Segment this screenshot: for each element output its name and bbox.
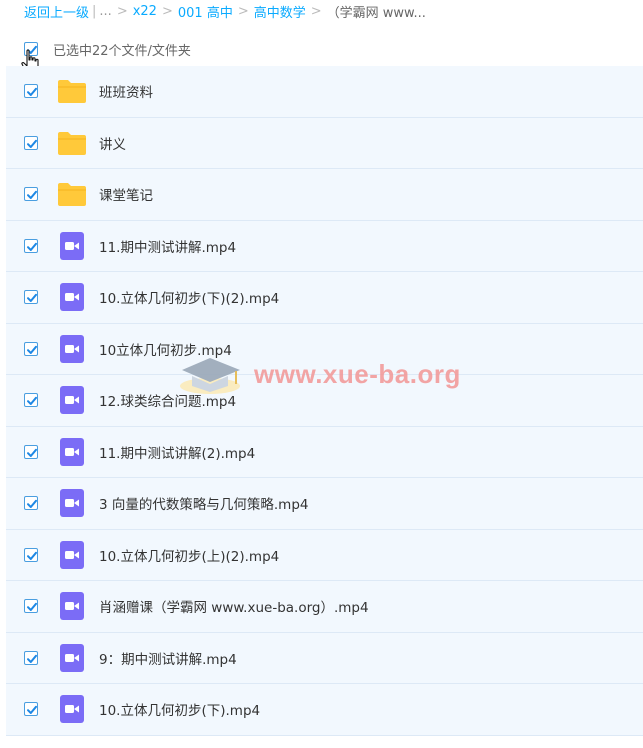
breadcrumb-separator: >: [237, 3, 249, 19]
folder-icon: [57, 76, 87, 106]
video-icon: [57, 643, 87, 673]
file-checkbox[interactable]: [24, 547, 38, 562]
breadcrumb-ellipsis[interactable]: ...: [99, 4, 111, 19]
file-checkbox[interactable]: [24, 702, 38, 717]
file-checkbox[interactable]: [24, 238, 38, 253]
check-icon: [27, 88, 37, 97]
check-icon: [27, 345, 37, 354]
file-row[interactable]: 课堂笔记: [6, 169, 643, 221]
video-icon: [57, 488, 87, 518]
file-name[interactable]: 10.立体几何初步(下).mp4: [99, 699, 260, 719]
breadcrumb-separator: >: [116, 3, 128, 19]
file-checkbox[interactable]: [24, 84, 38, 99]
check-icon: [27, 448, 37, 457]
check-icon: [27, 551, 37, 560]
breadcrumb-item-x22[interactable]: x22: [133, 4, 157, 19]
file-row[interactable]: 10立体几何初步.mp4: [6, 324, 643, 375]
file-name[interactable]: 10立体几何初步.mp4: [99, 339, 232, 359]
file-checkbox[interactable]: [24, 599, 38, 614]
file-row[interactable]: 讲义: [6, 118, 643, 169]
file-name[interactable]: 11.期中测试讲解.mp4: [99, 236, 236, 256]
selection-bar: 已选中22个文件/文件夹: [0, 34, 643, 64]
file-name[interactable]: 10.立体几何初步(下)(2).mp4: [99, 287, 279, 307]
video-icon: [57, 282, 87, 312]
check-icon: [27, 242, 37, 251]
file-row[interactable]: 11.期中测试讲解(2).mp4: [6, 427, 643, 478]
file-checkbox[interactable]: [24, 444, 38, 459]
breadcrumb-separator: >: [310, 3, 322, 19]
back-link[interactable]: 返回上一级: [24, 2, 89, 21]
file-name[interactable]: 9：期中测试讲解.mp4: [99, 648, 237, 668]
check-icon: [27, 706, 37, 715]
selection-count: 已选中22个文件/文件夹: [53, 43, 191, 59]
check-icon: [27, 397, 37, 406]
file-checkbox[interactable]: [24, 650, 38, 665]
file-row[interactable]: 3 向量的代数策略与几何策略.mp4: [6, 478, 643, 530]
file-list: 班班资料讲义课堂笔记 11.期中测试讲解.mp4 10.立体几何初步(下)(2).m…: [6, 66, 643, 736]
breadcrumb-separator: >: [161, 3, 173, 19]
file-row[interactable]: 班班资料: [6, 66, 643, 118]
video-icon: [57, 437, 87, 467]
file-row[interactable]: 10.立体几何初步(上)(2).mp4: [6, 530, 643, 581]
file-checkbox[interactable]: [24, 135, 38, 150]
file-name[interactable]: 12.球类综合问题.mp4: [99, 390, 236, 410]
video-icon: [57, 694, 87, 724]
file-name[interactable]: 11.期中测试讲解(2).mp4: [99, 442, 255, 462]
file-row[interactable]: 肖涵赠课（学霸网 www.xue-ba.org）.mp4: [6, 581, 643, 633]
file-name[interactable]: 10.立体几何初步(上)(2).mp4: [99, 545, 279, 565]
check-icon: [27, 294, 37, 303]
video-icon: [57, 591, 87, 621]
check-icon: [27, 654, 37, 663]
file-row[interactable]: 12.球类综合问题.mp4: [6, 375, 643, 427]
breadcrumb-current: （学霸网 www...: [326, 5, 426, 21]
breadcrumb-item-001[interactable]: 001 高中: [178, 2, 233, 21]
file-row[interactable]: 9：期中测试讲解.mp4: [6, 633, 643, 684]
check-icon: [27, 139, 37, 148]
check-icon: [27, 500, 37, 509]
check-icon: [27, 191, 37, 200]
file-checkbox[interactable]: [24, 496, 38, 511]
file-row[interactable]: 10.立体几何初步(下).mp4: [6, 684, 643, 736]
file-checkbox[interactable]: [24, 290, 38, 305]
folder-icon: [57, 128, 87, 158]
file-checkbox[interactable]: [24, 187, 38, 202]
file-name[interactable]: 讲义: [99, 133, 126, 153]
video-icon: [57, 231, 87, 261]
video-icon: [57, 385, 87, 415]
breadcrumb-divider: |: [92, 3, 97, 19]
file-name[interactable]: 肖涵赠课（学霸网 www.xue-ba.org）.mp4: [99, 596, 369, 616]
file-checkbox[interactable]: [24, 393, 38, 408]
check-icon: [27, 603, 37, 612]
file-name[interactable]: 课堂笔记: [99, 184, 153, 204]
file-row[interactable]: 10.立体几何初步(下)(2).mp4: [6, 272, 643, 324]
video-icon: [57, 540, 87, 570]
video-icon: [57, 334, 87, 364]
breadcrumb-item-math[interactable]: 高中数学: [254, 2, 306, 21]
folder-icon: [57, 179, 87, 209]
file-checkbox[interactable]: [24, 341, 38, 356]
file-name[interactable]: 3 向量的代数策略与几何策略.mp4: [99, 493, 308, 513]
breadcrumb: 返回上一级 | ... > x22 > 001 高中 > 高中数学 > （学霸网…: [0, 0, 643, 22]
file-row[interactable]: 11.期中测试讲解.mp4: [6, 221, 643, 272]
file-name[interactable]: 班班资料: [99, 81, 153, 101]
